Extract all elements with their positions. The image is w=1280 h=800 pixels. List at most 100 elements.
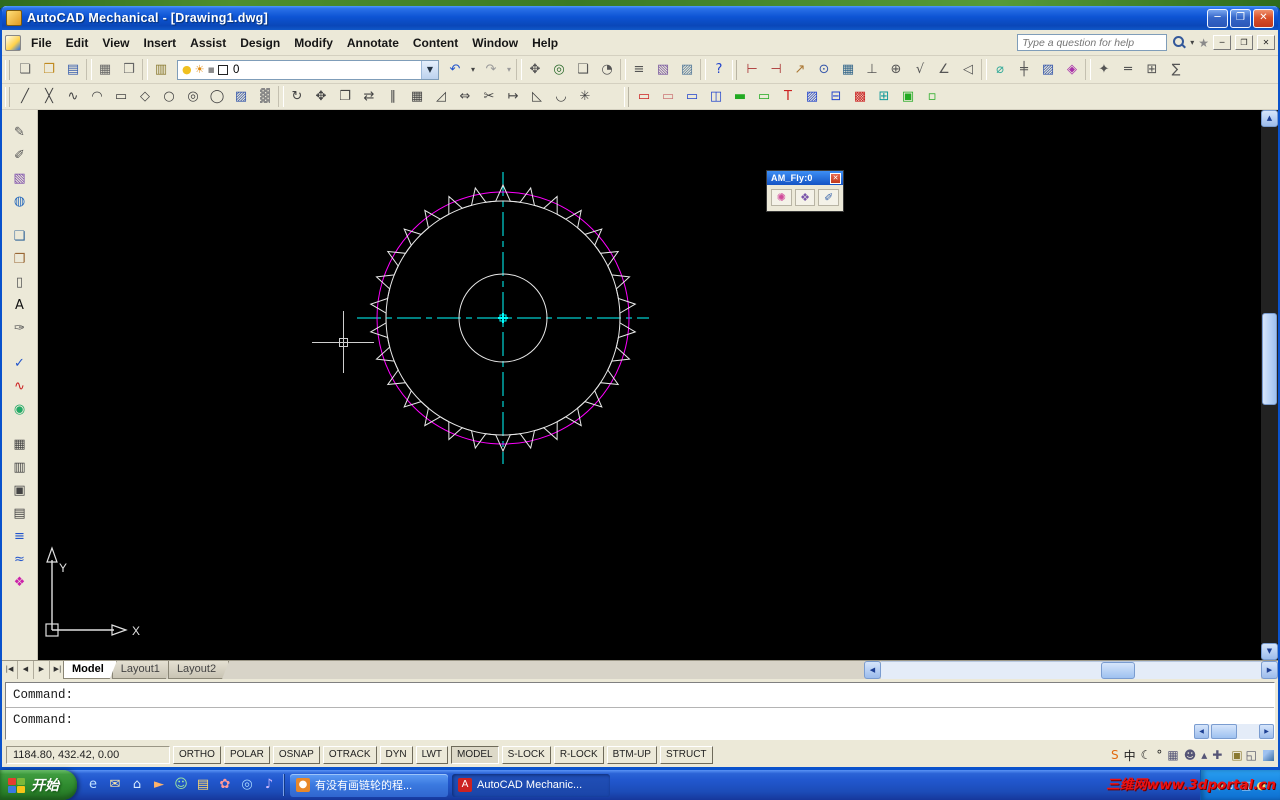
scroll-left-icon[interactable]: ◀: [864, 661, 881, 679]
amfly-titlebar[interactable]: AM_Fly:0 ✕: [767, 171, 843, 185]
ime-dot-icon[interactable]: °: [1156, 748, 1162, 762]
shaft-generator-icon[interactable]: ═: [1116, 59, 1140, 80]
music-icon[interactable]: ♪: [259, 775, 279, 795]
datum-icon[interactable]: ⊥: [860, 59, 884, 80]
welding-symbol-icon[interactable]: ∠: [932, 59, 956, 80]
drawing-canvas[interactable]: Y X AM_Fly:0 ✕ ✺❖✐: [38, 110, 1261, 660]
design-center-icon[interactable]: ▧: [651, 59, 675, 80]
hatch-tool-icon[interactable]: ▨: [1036, 59, 1060, 80]
status-toggle-btm-up[interactable]: BTM-UP: [607, 746, 657, 764]
menu-help[interactable]: Help: [525, 32, 565, 54]
annotate-pencil-icon[interactable]: ✐: [8, 145, 32, 166]
command-prompt-line[interactable]: Command:: [6, 683, 1274, 708]
offset-icon[interactable]: ∥: [381, 86, 405, 107]
tab-model[interactable]: Model: [63, 661, 117, 679]
surface-texture-icon[interactable]: √: [908, 59, 932, 80]
tab-layout1[interactable]: Layout1: [112, 661, 173, 679]
menu-assist[interactable]: Assist: [183, 32, 233, 54]
rotate-icon[interactable]: ↻: [285, 86, 309, 107]
ime-keyboard-icon[interactable]: ▦: [1167, 748, 1178, 762]
sketch-icon[interactable]: ✎: [8, 122, 32, 143]
ie-icon[interactable]: e: [83, 775, 103, 795]
am-center-layer-icon[interactable]: ▬: [728, 86, 752, 107]
status-toggle-dyn[interactable]: DYN: [380, 746, 413, 764]
ellipse-icon[interactable]: ◯: [205, 86, 229, 107]
zoom-previous-icon[interactable]: ◔: [595, 59, 619, 80]
status-toggle-struct[interactable]: STRUCT: [660, 746, 713, 764]
fillet-icon[interactable]: ◡: [549, 86, 573, 107]
status-toggle-model[interactable]: MODEL: [451, 746, 499, 764]
communication-center-icon[interactable]: S: [1111, 748, 1119, 762]
amfly-palette[interactable]: AM_Fly:0 ✕ ✺❖✐: [766, 170, 844, 212]
tool-palettes-icon[interactable]: ▨: [675, 59, 699, 80]
menu-window[interactable]: Window: [465, 32, 525, 54]
menu-edit[interactable]: Edit: [59, 32, 96, 54]
command-scroll-left-icon[interactable]: ◀: [1194, 724, 1209, 739]
undo-icon[interactable]: ↶: [443, 59, 467, 80]
am-hidden-layer-icon[interactable]: ▭: [656, 86, 680, 107]
zoom-realtime-icon[interactable]: ◎: [547, 59, 571, 80]
table-icon[interactable]: ▦: [8, 434, 32, 455]
tab-nav-prev[interactable]: ◀: [18, 661, 34, 679]
polygon-icon[interactable]: ◇: [133, 86, 157, 107]
horizontal-scroll-thumb[interactable]: [1101, 662, 1135, 679]
line-icon[interactable]: ╱: [13, 86, 37, 107]
leader-note-icon[interactable]: ↗: [788, 59, 812, 80]
scroll-down-icon[interactable]: ▼: [1261, 643, 1278, 660]
am-frame-layer-icon[interactable]: ▣: [896, 86, 920, 107]
new-file-icon[interactable]: ❏: [13, 59, 37, 80]
circle-icon[interactable]: ○: [157, 86, 181, 107]
scale-icon[interactable]: ◿: [429, 86, 453, 107]
check-icon[interactable]: ✓: [8, 353, 32, 374]
outlook-icon[interactable]: ✉: [105, 775, 125, 795]
image-icon[interactable]: ▧: [8, 168, 32, 189]
help-search-input[interactable]: [1017, 34, 1167, 51]
menu-view[interactable]: View: [95, 32, 136, 54]
task-forum-page[interactable]: ●有没有画链轮的程...: [290, 774, 448, 797]
lines-icon[interactable]: ≡: [8, 526, 32, 547]
color-wheel-icon[interactable]: ❖: [8, 572, 32, 593]
command-history[interactable]: Command:Command:: [5, 682, 1275, 740]
redo-dropdown-icon[interactable]: ▾: [503, 59, 515, 80]
stretch-icon[interactable]: ⇔: [453, 86, 477, 107]
menu-annotate[interactable]: Annotate: [340, 32, 406, 54]
construction-lines-icon[interactable]: ╪: [1012, 59, 1036, 80]
feature-control-icon[interactable]: ⊕: [884, 59, 908, 80]
status-toggle-polar[interactable]: POLAR: [224, 746, 270, 764]
menu-modify[interactable]: Modify: [287, 32, 340, 54]
text-icon[interactable]: A: [8, 295, 32, 316]
menu-content[interactable]: Content: [406, 32, 465, 54]
tab-nav-next[interactable]: ▶: [34, 661, 50, 679]
tab-layout2[interactable]: Layout2: [168, 661, 229, 679]
ime-arrow-icon[interactable]: ▴: [1201, 748, 1207, 762]
hatch-icon[interactable]: ▨: [229, 86, 253, 107]
standard-parts-icon[interactable]: ⊞: [1140, 59, 1164, 80]
rectangle-icon[interactable]: ▭: [109, 86, 133, 107]
help-icon[interactable]: ?: [707, 59, 731, 80]
toolbar-grip[interactable]: [624, 87, 629, 107]
redo-icon[interactable]: ↷: [479, 59, 503, 80]
status-toggle-r-lock[interactable]: R-LOCK: [554, 746, 604, 764]
am-title-layer-icon[interactable]: ⊟: [824, 86, 848, 107]
amfly-close-icon[interactable]: ✕: [830, 173, 841, 184]
ime-tools-icon[interactable]: ✚: [1212, 748, 1222, 762]
command-scroll-thumb[interactable]: [1211, 724, 1237, 739]
move-icon[interactable]: ✥: [309, 86, 333, 107]
minimize-button[interactable]: ─: [1207, 9, 1228, 28]
toolbar-grip[interactable]: [5, 87, 10, 107]
restore-button[interactable]: ❐: [1230, 9, 1251, 28]
show-desktop-icon[interactable]: ⌂: [127, 775, 147, 795]
explode-icon[interactable]: ✳: [573, 86, 597, 107]
ime-moon-icon[interactable]: ☾: [1141, 748, 1152, 762]
scroll-up-icon[interactable]: ▲: [1261, 110, 1278, 127]
calculation-icon[interactable]: ∑: [1164, 59, 1188, 80]
horizontal-scrollbar[interactable]: ◀ ▶: [864, 661, 1278, 679]
detail-view-icon[interactable]: ◈: [1060, 59, 1084, 80]
task-autocad[interactable]: AAutoCAD Mechanic...: [452, 774, 610, 797]
render-ball-icon[interactable]: ◉: [8, 399, 32, 420]
zoom-window-icon[interactable]: ❑: [571, 59, 595, 80]
donut-icon[interactable]: ◎: [181, 86, 205, 107]
undo-dropdown-icon[interactable]: ▾: [467, 59, 479, 80]
command-scroll-right-icon[interactable]: ▶: [1259, 724, 1274, 739]
world-icon[interactable]: ◍: [8, 191, 32, 212]
